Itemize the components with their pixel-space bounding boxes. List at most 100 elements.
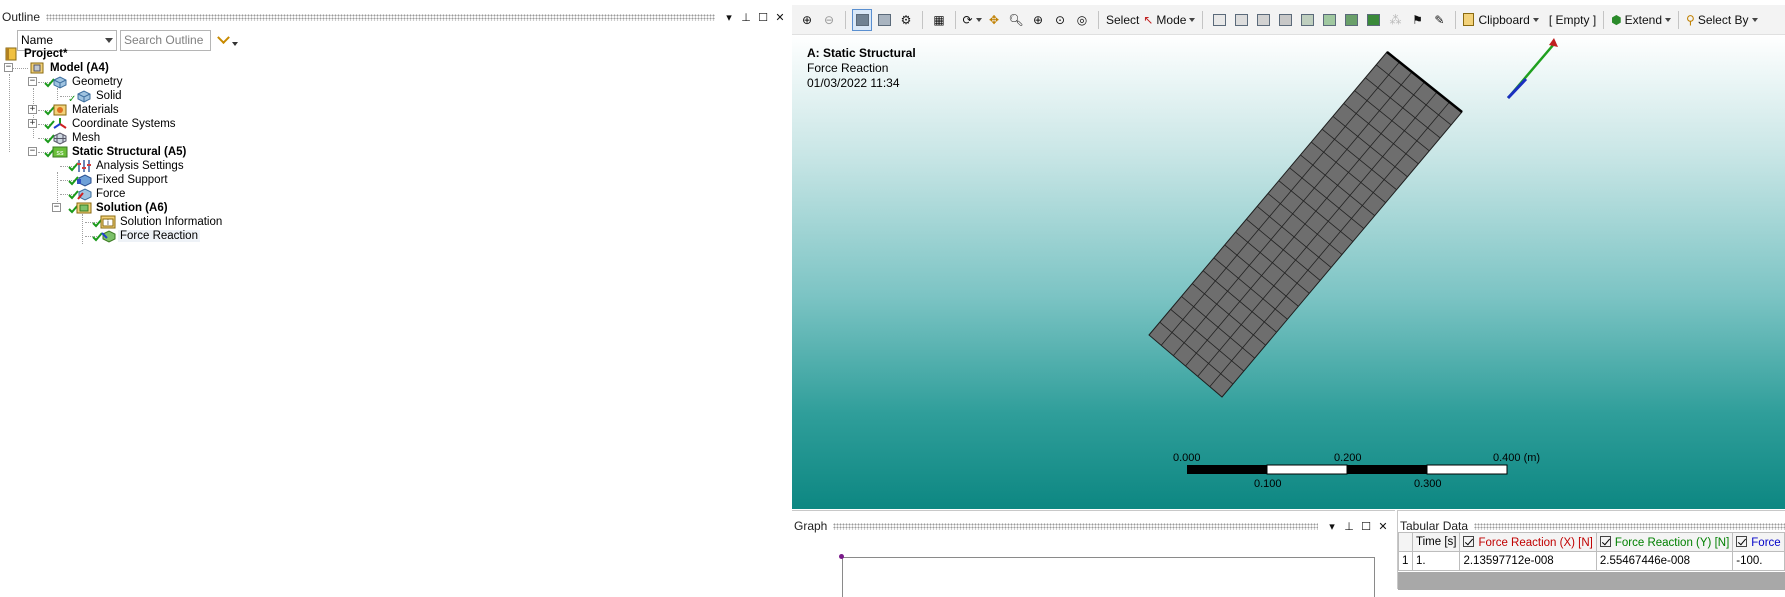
svg-text:ss: ss [56, 149, 64, 157]
model-icon [30, 61, 46, 75]
column-header-force-z[interactable]: Force [1732, 532, 1785, 552]
table-cell: 1. [1411, 551, 1461, 571]
column-header-label: Force Reaction (X) [N] [1478, 536, 1593, 549]
expand-toggle[interactable]: + [28, 119, 37, 128]
coordinate-systems-icon [52, 117, 68, 131]
extend-label: Extend [1624, 12, 1663, 27]
tree-item-label: Fixed Support [96, 174, 168, 186]
fixed-support-icon [76, 173, 92, 187]
maximize-icon[interactable]: ☐ [757, 10, 769, 24]
checkbox[interactable] [1599, 535, 1611, 547]
vertex-select-icon[interactable] [1210, 10, 1228, 30]
column-header-force-x[interactable]: Force Reaction (X) [N] [1459, 532, 1597, 552]
tree-item-force-reaction[interactable]: Force Reaction [92, 228, 200, 244]
collapse-toggle[interactable]: − [28, 147, 37, 156]
graph-drag-grip[interactable] [833, 523, 1318, 530]
graph-data-point [839, 554, 844, 559]
graphics-options-icon[interactable]: ⚙ [897, 10, 915, 30]
pin-icon[interactable]: ⊥ [740, 10, 752, 24]
expand-filter-button[interactable] [214, 30, 242, 51]
pane-menu-icon[interactable]: ▾ [723, 10, 735, 24]
chevron-down-icon [216, 30, 230, 44]
outline-drag-grip[interactable] [46, 14, 715, 21]
dropdown-arrow-icon [975, 17, 982, 22]
face-select-icon[interactable] [875, 10, 893, 30]
scale-label-bottom: 0.300 [1414, 478, 1442, 490]
solution-information-icon: i [100, 215, 116, 229]
tabular-title: Tabular Data [1400, 519, 1469, 533]
tree-item-label: Solution (A6) [96, 202, 168, 214]
clipboard-status: [ Empty ] [1548, 12, 1597, 27]
tree-item-label: Static Structural (A5) [72, 146, 187, 158]
collapse-toggle[interactable]: − [52, 203, 61, 212]
select-mode-label: Mode [1156, 12, 1187, 27]
select-mode-button[interactable]: ↖ Mode [1143, 10, 1196, 30]
pin-icon[interactable]: ⊥ [1343, 519, 1355, 533]
dropdown-arrow-icon [1532, 17, 1539, 22]
checkbox[interactable] [1463, 535, 1475, 547]
maximize-icon[interactable]: ☐ [1360, 519, 1372, 533]
graph-panel: Graph ▾ ⊥ ☐ ✕ [792, 510, 1395, 597]
meshed-body[interactable] [1148, 51, 1463, 398]
tree-item-label: Model (A4) [50, 62, 109, 74]
annotation-icon[interactable]: ✎ [1430, 10, 1448, 30]
green-element-icon[interactable] [1364, 10, 1382, 30]
graph-title: Graph [794, 519, 828, 533]
rotate-icon[interactable]: ⟳ [962, 10, 982, 30]
outline-filter-value: Name [21, 33, 54, 47]
body-select-icon[interactable] [852, 8, 872, 31]
mesh-select-icon[interactable]: ⁂ [1386, 10, 1404, 30]
box-zoom-icon[interactable]: ⊕ [1029, 10, 1047, 30]
face-filter-icon[interactable] [1254, 10, 1272, 30]
select-button[interactable]: Select [1106, 10, 1139, 30]
toolbar-separator [845, 10, 846, 29]
solid-body-icon [76, 89, 92, 103]
svg-text:i: i [107, 219, 109, 227]
element-face-icon[interactable] [1320, 10, 1338, 30]
zoom-icon[interactable]: 🔍︎ [1007, 10, 1025, 30]
toolbar-separator [955, 10, 956, 29]
tabular-data-panel: Tabular Data Time [s] Force Reaction (X)… [1397, 510, 1785, 590]
tag-icon[interactable]: ⚑ [1408, 10, 1426, 30]
tree-item-label: Force [96, 188, 126, 200]
search-outline-input[interactable] [120, 29, 211, 51]
force-reaction-icon [100, 229, 116, 243]
row-index-cell: 1 [1398, 551, 1413, 571]
cursor-icon: ↖ [1143, 12, 1154, 27]
extend-button[interactable]: ⬢ Extend [1611, 10, 1672, 30]
expand-toggle[interactable]: + [28, 105, 37, 114]
select-by-label: Select By [1697, 12, 1749, 27]
magnifier-icon[interactable]: ◎ [1073, 10, 1091, 30]
pane-menu-icon[interactable]: ▾ [1326, 519, 1338, 533]
close-icon[interactable]: ✕ [774, 10, 786, 24]
clipboard-button[interactable]: Clipboard [1463, 10, 1539, 30]
body-filter-icon[interactable] [1276, 10, 1294, 30]
zoom-to-fit-icon[interactable]: ⊙ [1051, 10, 1069, 30]
column-header-force-y[interactable]: Force Reaction (Y) [N] [1595, 532, 1734, 552]
close-icon[interactable]: ✕ [1377, 519, 1389, 533]
pan-icon[interactable]: ✥ [985, 10, 1003, 30]
select-by-button[interactable]: ⚲ Select By [1686, 10, 1758, 30]
graph-titlebar: Graph ▾ ⊥ ☐ ✕ [792, 516, 1395, 536]
static-structural-icon: ss [52, 145, 68, 159]
table-row[interactable]: 1 1. 2.13597712e-008 2.55467446e-008 -10… [1398, 551, 1785, 571]
zoom-out-icon[interactable]: ⊖ [820, 10, 838, 30]
solution-icon [76, 201, 92, 215]
graph-plot-area[interactable] [842, 557, 1375, 597]
edge-select-icon[interactable]: ▦ [930, 10, 948, 30]
zoom-in-icon[interactable]: ⊕ [798, 10, 816, 30]
node-filter-icon[interactable] [1298, 10, 1316, 30]
graphics-viewport[interactable]: A: Static Structural Force Reaction 01/0… [792, 35, 1785, 509]
element-icon[interactable] [1342, 10, 1360, 30]
extend-icon: ⬢ [1611, 12, 1622, 27]
toolbar-separator [1098, 10, 1099, 29]
collapse-toggle[interactable]: − [28, 77, 37, 86]
column-header-time[interactable]: Time [s] [1411, 532, 1461, 552]
collapse-toggle[interactable]: − [4, 63, 13, 72]
tree-item-label: Project* [24, 48, 68, 60]
tree-item-label: Solid [96, 90, 122, 102]
checkbox[interactable] [1736, 535, 1748, 547]
tabular-drag-grip[interactable] [1474, 523, 1785, 530]
edge-filter-icon[interactable] [1232, 10, 1250, 30]
scale-label-top: 0.400 (m) [1493, 452, 1540, 464]
